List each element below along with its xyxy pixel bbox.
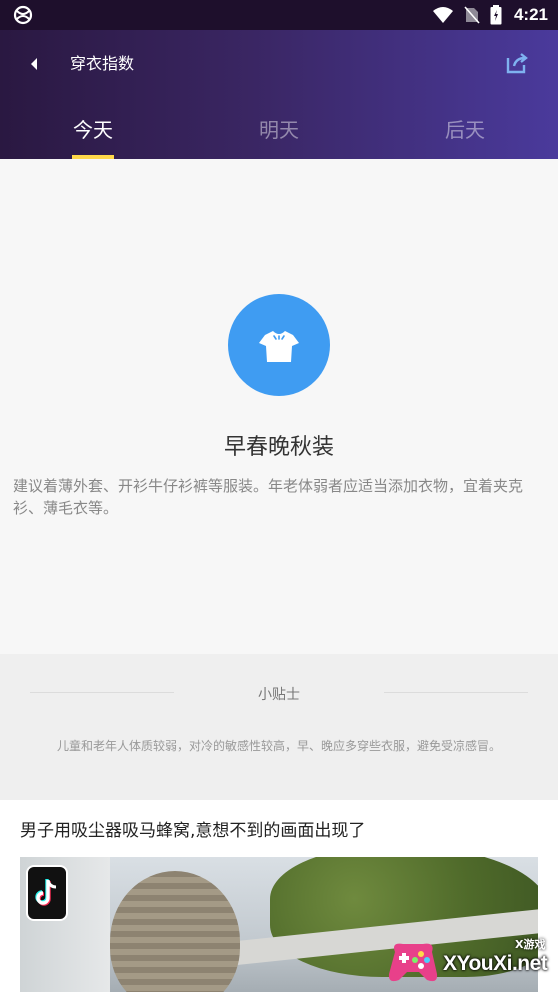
tips-section: 小贴士 儿童和老年人体质较弱，对冷的敏感性较高，早、晚应多穿些衣服，避免受凉感冒… [0,654,558,800]
tab-day-after-tomorrow[interactable]: 后天 [372,110,558,159]
clothing-icon-circle [228,294,330,396]
thumbnail-hornet-nest [110,871,240,992]
tiktok-logo-icon [26,865,68,921]
app-header: 穿衣指数 今天 明天 后天 [0,30,558,159]
clothing-description: 建议着薄外套、开衫牛仔衫裤等服装。年老体弱者应适当添加衣物，宜着夹克衫、薄毛衣等… [13,477,524,517]
page-title: 穿衣指数 [70,54,135,73]
day-tabs: 今天 明天 后天 [0,110,558,159]
watermark-text: XYouXi.net [443,952,548,975]
app-logo-icon [13,5,33,25]
watermark-small-text: X游戏 [515,938,546,951]
tshirt-icon [259,331,299,362]
tab-today[interactable]: 今天 [0,110,186,159]
no-sim-icon [464,6,480,24]
clothing-title: 早春晚秋装 [223,435,334,460]
tips-title: 小贴士 [258,687,300,703]
status-time: 4:21 [513,5,548,24]
tips-text: 儿童和老年人体质较弱，对冷的敏感性较高，早、晚应多穿些衣服，避免受凉感冒。 [56,739,501,753]
clothing-index-card: 早春晚秋装 建议着薄外套、开衫牛仔衫裤等服装。年老体弱者应适当添加衣物，宜着夹克… [0,159,558,654]
site-watermark: X游戏 XYouXi.net [385,938,555,988]
back-arrow-icon[interactable] [22,52,46,76]
system-icons: 4:21 [432,0,548,30]
status-bar: 4:21 [0,0,558,30]
wifi-icon [432,7,453,23]
battery-icon [490,5,502,25]
tips-divider-right [384,692,528,693]
gamepad-logo-icon [388,943,438,982]
news-title[interactable]: 男子用吸尘器吸马蜂窝,意想不到的画面出现了 [20,816,365,841]
share-icon[interactable] [504,50,530,76]
tab-tomorrow[interactable]: 明天 [186,110,372,159]
